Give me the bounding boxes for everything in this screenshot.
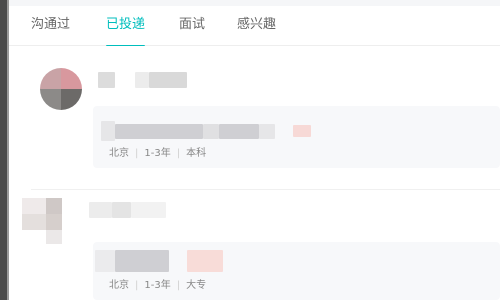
blurred-name: [112, 202, 131, 218]
applied-list: 北京 | 1-3年 | 本科 北京 | 1-3年 | 大专: [9, 46, 500, 300]
blurred-name: [135, 72, 149, 88]
job-summary[interactable]: 北京 | 1-3年 | 本科: [93, 106, 500, 168]
job-meta: 北京 | 1-3年 | 本科: [109, 147, 206, 161]
window-left-edge: [0, 0, 9, 300]
meta-location: 北京: [109, 280, 129, 291]
avatar: [22, 198, 68, 244]
tab-bar: 沟通过 已投递 面试 感兴趣: [9, 6, 500, 47]
meta-education: 大专: [186, 280, 207, 291]
tab-interested[interactable]: 感兴趣: [237, 16, 276, 46]
blurred-job-title: [101, 121, 115, 141]
meta-experience: 1-3年: [144, 280, 171, 291]
meta-separator: |: [135, 280, 139, 291]
meta-education: 本科: [186, 148, 207, 159]
tab-label: 面试: [179, 17, 206, 32]
meta-separator: |: [135, 148, 139, 159]
blurred-name: [98, 72, 115, 88]
job-meta: 北京 | 1-3年 | 大专: [109, 279, 206, 293]
blurred-job-title: [115, 124, 203, 139]
tab-interview[interactable]: 面试: [179, 16, 205, 46]
tab-label: 已投递: [106, 17, 146, 32]
meta-location: 北京: [109, 148, 129, 159]
blurred-job-title: [219, 124, 259, 139]
blurred-job-title: [259, 124, 275, 139]
blurred-job-title: [115, 250, 169, 272]
meta-separator: |: [176, 280, 181, 291]
blurred-salary: [187, 250, 223, 272]
tab-label: 沟通过: [31, 17, 71, 32]
meta-separator: |: [176, 148, 181, 159]
blurred-job-title: [203, 124, 219, 139]
tab-label: 感兴趣: [237, 17, 277, 32]
avatar: [40, 68, 82, 110]
blurred-name: [149, 72, 187, 88]
job-summary[interactable]: 北京 | 1-3年 | 大专: [93, 242, 500, 300]
blurred-name: [89, 202, 112, 218]
meta-experience: 1-3年: [144, 148, 171, 159]
tab-communicated[interactable]: 沟通过: [31, 16, 70, 46]
tab-applied[interactable]: 已投递: [106, 16, 146, 47]
blurred-salary: [293, 125, 311, 137]
list-item[interactable]: 北京 | 1-3年 | 本科: [9, 46, 500, 189]
blurred-name: [131, 202, 166, 218]
list-item[interactable]: 北京 | 1-3年 | 大专: [9, 190, 500, 300]
blurred-job-title: [95, 250, 115, 272]
